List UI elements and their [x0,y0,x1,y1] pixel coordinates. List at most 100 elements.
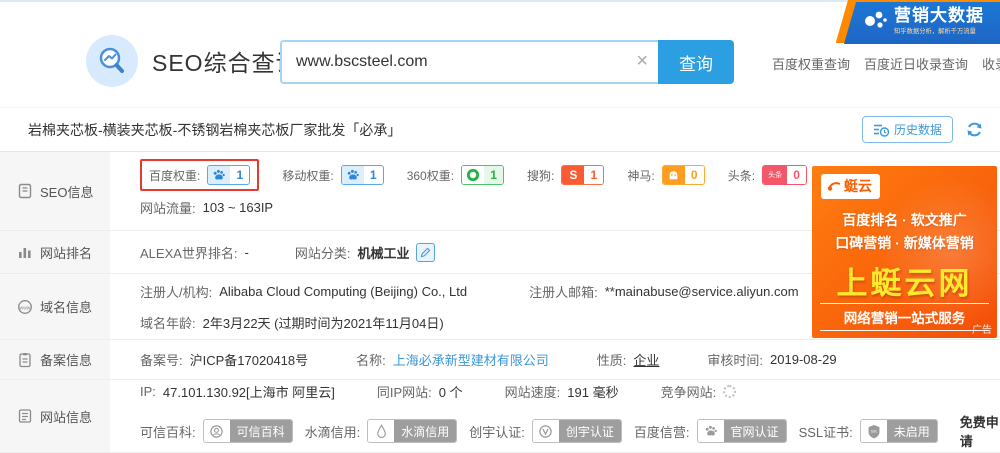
history-list-clock-icon [873,123,889,137]
link-baidu-weight-query[interactable]: 百度权重查询 [772,54,850,73]
shenma-badge[interactable]: 0 [661,165,705,185]
toutiao-icon: 头条 [763,166,788,184]
ribbon-title: 营销大数据 [894,6,984,25]
free-apply-link[interactable]: 免费申请 [960,412,1000,450]
field-registrant-email: 注册人邮箱: **mainabuse@service.aliyun.com [529,283,799,300]
search-input[interactable] [280,40,658,84]
dragonfly-icon [827,180,841,192]
ssl-shield-icon: SSL [860,420,887,442]
ad-footer-slogan: 网络营销一站式服务 [820,303,989,331]
loading-spinner-icon [723,385,737,398]
toutiao-badge[interactable]: 头条 0 [762,165,808,185]
baidu-official-cert-badge[interactable]: 官网认证 [696,419,787,443]
field-registrant: 注册人/机构: Alibaba Cloud Computing (Beijing… [140,283,468,300]
search-bar: × 查询 [280,40,734,84]
svg-text:SSL: SSL [870,429,877,433]
baidu-weight-badge[interactable]: 1 [207,165,251,185]
water-drop-icon [368,420,395,442]
section-label: SEO信息 [40,184,94,200]
field-nature: 性质: 企业 [597,350,660,369]
sogou-s-icon: S [562,166,585,184]
section-label: 备案信息 [40,353,93,368]
clear-input-icon[interactable]: × [636,51,648,71]
link-baidu-recent-index-query[interactable]: 百度近日收录查询 [864,54,968,73]
refresh-icon[interactable] [965,120,984,139]
alexa-value: - [244,244,249,260]
tingyun-ad-banner[interactable]: 蜓云 百度排名 · 软文推广 口碑营销 · 新媒体营销 上蜓云网 网络营销一站式… [812,166,997,338]
v-circle-icon [532,420,559,442]
header-links: 百度权重查询 百度近日收录查询 收录查询 [772,54,1000,73]
registrant-value: Alibaba Cloud Computing (Beijing) Co., L… [219,283,468,299]
baidu-paw-icon [341,166,364,184]
app-logo: SEO综合查询 [86,35,300,87]
ad-logo: 蜓云 [821,174,880,199]
field-competitors: 竞争网站: [661,382,737,401]
nature-value: 企业 [633,353,660,368]
traffic-value: 103 ~ 163IP [202,200,274,215]
row-website-info: 网站信息 IP: 47.101.130.92[上海市 阿里云] 同IP网站: 0… [0,380,1000,453]
title-bar: 岩棉夹芯板-横装夹芯板-不锈钢岩棉夹芯板厂家批发「必承」 历史数据 [0,108,1000,152]
field-company-name: 名称: 上海必承新型建材有限公司 [356,350,549,369]
ad-line1: 百度排名 · 软文推广 [842,212,967,228]
360-ring-icon [462,166,485,184]
field-audit-time: 审核时间: 2019-08-29 [707,352,837,368]
baidu-paw-icon [697,420,724,442]
shenma-icon [662,166,685,184]
water-drop-credit-badge[interactable]: 水滴信用 [367,419,458,443]
query-button[interactable]: 查询 [658,40,734,84]
link-index-query[interactable]: 收录查询 [982,54,1000,73]
section-icp-info: 备案信息 [0,340,110,379]
field-traffic: 网站流量: 103 ~ 163IP [140,200,274,216]
ad-headline: 上蜓云网 [836,266,973,301]
baidu-weight-highlight-box: 百度权重: 1 [140,159,260,191]
marketing-bigdata-ribbon[interactable]: 营销大数据 知乎数据分析，解析千万流量 [835,0,1000,44]
chuangyu-cert-badge[interactable]: 创宇认证 [531,419,622,443]
edit-category-icon[interactable] [415,242,435,262]
row-icp-info: 备案信息 备案号: 沪ICP备17020418号 名称: 上海必承新型建材有限公… [0,340,1000,380]
bar-chart-icon [17,244,33,260]
section-site-rank: 网站排名 [0,231,110,273]
field-trusted-baike: 可信百科: 可信百科 [140,419,293,443]
field-chuangyu-cert: 创宇认证 创宇认证: [469,419,622,443]
field-360-weight: 360权重: 1 [407,165,505,185]
baidu-paw-icon [208,166,231,184]
document-icon [17,183,33,199]
ip-value: 47.101.130.92[上海市 阿里云] [162,385,335,400]
clipboard-icon [17,352,33,368]
site-speed-value: 191 毫秒 [567,385,619,400]
company-name-link[interactable]: 上海必承新型建材有限公司 [393,350,549,369]
trusted-baike-badge[interactable]: 可信百科 [202,419,293,443]
history-button-label: 历史数据 [893,123,942,137]
header: SEO综合查询 × 查询 百度权重查询 百度近日收录查询 收录查询 营销大数据 [0,0,1000,108]
section-label: 网站排名 [40,245,93,261]
field-domain-age: 域名年龄: 2年3月22天 (过期时间为2021年11月04日) [140,313,444,332]
360-weight-badge[interactable]: 1 [461,165,505,185]
audit-time-value: 2019-08-29 [770,352,837,367]
section-label: 域名信息 [40,300,93,315]
document-lines-icon [17,408,33,424]
ad-logo-text: 蜓云 [844,178,872,194]
www-globe-icon: www [17,299,33,315]
history-data-button[interactable]: 历史数据 [861,116,953,143]
field-site-category: 网站分类: 机械工业 [295,242,435,262]
field-mobile-weight: 移动权重: 1 [282,165,384,185]
field-sogou: 搜狗: S 1 [527,165,605,185]
emblem-icon [203,420,230,442]
field-water-drop-credit: 水滴信用: 水滴信用 [305,419,458,443]
field-site-speed: 网站速度: 191 毫秒 [505,382,619,401]
field-baidu-weight: 百度权重: 1 [149,165,251,185]
sogou-badge[interactable]: S 1 [561,165,605,185]
page-title: 岩棉夹芯板-横装夹芯板-不锈钢岩棉夹芯板厂家批发「必承」 [28,121,402,138]
section-seo-info: SEO信息 [0,152,110,230]
registrant-email-value: **mainabuse@service.aliyun.com [604,283,799,299]
field-alexa-rank: ALEXA世界排名: - [140,244,249,261]
field-toutiao: 头条: 头条 0 [728,165,808,185]
svg-text:www: www [20,305,31,311]
ssl-cert-badge[interactable]: SSL 未启用 [859,419,938,443]
field-ssl-cert: SSL证书: SSL 未启用 [799,419,938,443]
field-ip: IP: 47.101.130.92[上海市 阿里云] [140,384,335,400]
ad-line2: 口碑营销 · 新媒体营销 [835,235,974,251]
data-cluster-icon [862,8,888,34]
section-website-info: 网站信息 [0,380,110,452]
mobile-weight-badge[interactable]: 1 [340,165,384,185]
